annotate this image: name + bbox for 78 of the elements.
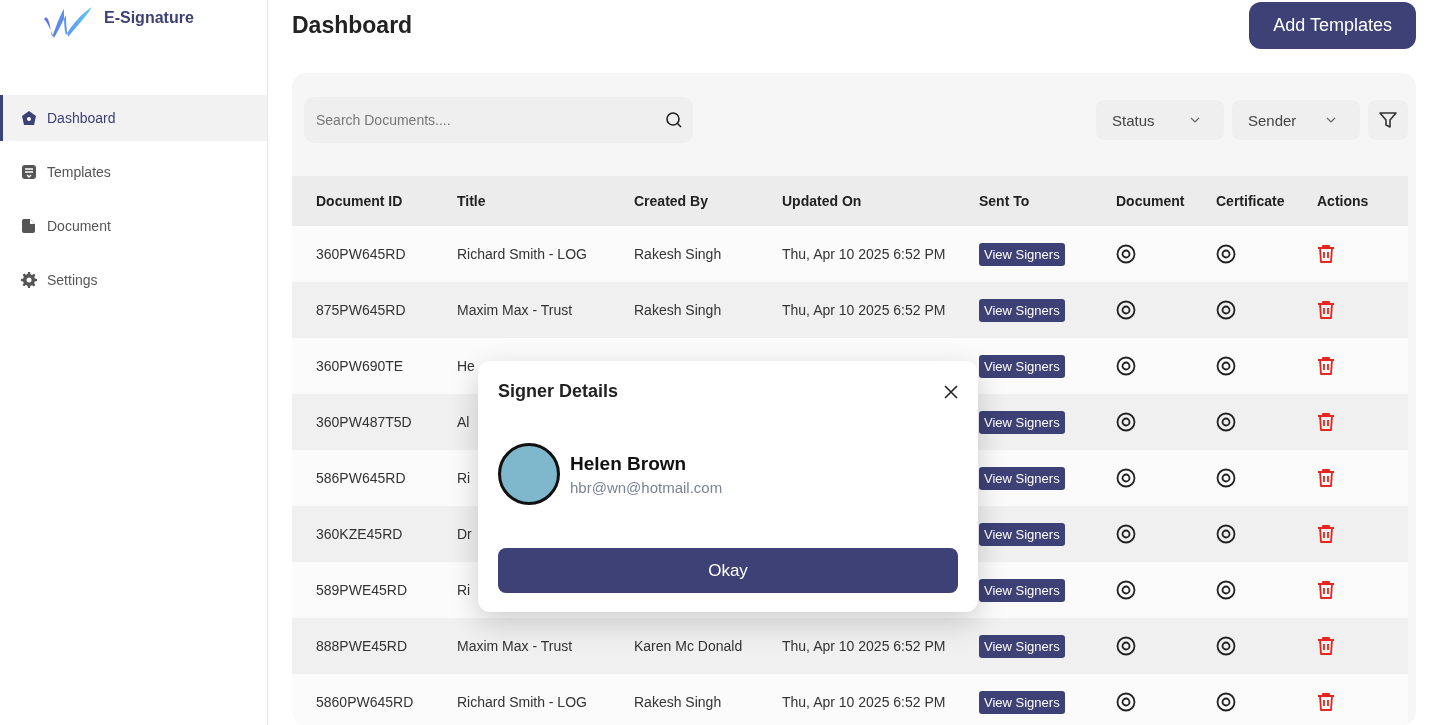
table-cell: 360PW690TE — [316, 358, 404, 374]
table-cell: Rakesh Singh — [634, 694, 722, 710]
page-title: Dashboard — [292, 11, 413, 39]
table-cell: He — [457, 358, 475, 374]
search-field[interactable]: Search Documents.... — [304, 97, 693, 143]
chevron-down-icon — [1190, 117, 1200, 123]
close-button[interactable] — [944, 384, 958, 399]
list-icon — [21, 164, 37, 180]
view-signers-button[interactable]: View Signers — [979, 242, 1065, 266]
sidebar-item[interactable]: Settings — [0, 257, 267, 303]
view-signers-button[interactable]: View Signers — [979, 690, 1065, 714]
table-cell: Richard Smith - LOG — [457, 694, 587, 710]
document-icon — [21, 218, 37, 234]
table-cell: Ri — [457, 582, 471, 598]
settings-icon — [21, 272, 37, 288]
signer-email: hbr@wn@hotmail.com — [570, 478, 723, 496]
column-header: Actions — [1317, 193, 1370, 209]
view-signers-button[interactable]: View Signers — [979, 634, 1065, 658]
column-header: Updated On — [782, 193, 863, 209]
table-cell: Ri — [457, 470, 471, 486]
table-cell: Maxim Max - Trust — [457, 302, 573, 318]
trash-icon[interactable] — [1317, 356, 1335, 376]
trash-icon[interactable] — [1317, 692, 1335, 712]
table-cell: 888PWE45RD — [316, 638, 408, 654]
table-cell: Karen Mc Donald — [634, 638, 743, 654]
logo-icon — [42, 5, 94, 39]
sidebar-item[interactable]: Dashboard — [0, 95, 267, 141]
trash-icon[interactable] — [1317, 468, 1335, 488]
table-cell: 360KZE45RD — [316, 526, 403, 542]
trash-icon[interactable] — [1317, 524, 1335, 544]
close-icon — [944, 384, 958, 399]
table-cell: Thu, Apr 10 2025 6:52 PM — [782, 246, 946, 262]
view-signers-button[interactable]: View Signers — [979, 298, 1065, 322]
view-signers-button[interactable]: View Signers — [979, 354, 1065, 378]
column-header: Certificate — [1216, 193, 1286, 209]
column-header: Title — [457, 193, 487, 209]
view-signers-button[interactable]: View Signers — [979, 466, 1065, 490]
column-header: Document — [1116, 193, 1186, 209]
filter-icon — [1378, 110, 1398, 130]
trash-icon[interactable] — [1317, 580, 1335, 600]
table-cell: 589PWE45RD — [316, 582, 408, 598]
table-cell: 360PW487T5D — [316, 414, 412, 430]
search-icon — [665, 111, 683, 129]
add-templates-button[interactable]: Add Templates — [1249, 2, 1416, 49]
column-header: Created By — [634, 193, 709, 209]
filter-dropdown[interactable]: Status — [1096, 100, 1224, 140]
table-cell: Rakesh Singh — [634, 246, 722, 262]
trash-icon[interactable] — [1317, 244, 1335, 264]
sidebar-item[interactable]: Templates — [0, 149, 267, 195]
column-header: Sent To — [979, 193, 1031, 209]
filter-button[interactable] — [1368, 100, 1408, 140]
filter-dropdown[interactable]: Sender — [1232, 100, 1360, 140]
signer-name: Helen Brown — [570, 452, 688, 475]
trash-icon[interactable] — [1317, 300, 1335, 320]
table-cell: 360PW645RD — [316, 246, 406, 262]
home-icon — [21, 110, 37, 126]
trash-icon[interactable] — [1317, 412, 1335, 432]
trash-icon[interactable] — [1317, 636, 1335, 656]
chevron-down-icon — [1326, 117, 1336, 123]
brand-name: E-Signature — [104, 9, 194, 27]
table-cell: Al — [457, 414, 470, 430]
table-cell: 5860PW645RD — [316, 694, 414, 710]
view-signers-button[interactable]: View Signers — [979, 522, 1065, 546]
dialog-title: Signer Details — [498, 381, 619, 402]
table-cell: Dr — [457, 526, 472, 542]
sidebar-item[interactable]: Document — [0, 203, 267, 249]
table-cell: Richard Smith - LOG — [457, 246, 587, 262]
okay-button[interactable]: Okay — [498, 548, 958, 593]
view-signers-button[interactable]: View Signers — [979, 578, 1065, 602]
column-header: Document ID — [316, 193, 404, 209]
table-cell: Thu, Apr 10 2025 6:52 PM — [782, 302, 946, 318]
table-cell: Maxim Max - Trust — [457, 638, 573, 654]
table-cell: Thu, Apr 10 2025 6:52 PM — [782, 638, 946, 654]
table-cell: 875PW645RD — [316, 302, 406, 318]
table-cell: 586PW645RD — [316, 470, 406, 486]
table-cell: Rakesh Singh — [634, 302, 722, 318]
view-signers-button[interactable]: View Signers — [979, 410, 1065, 434]
table-cell: Thu, Apr 10 2025 6:52 PM — [782, 694, 946, 710]
